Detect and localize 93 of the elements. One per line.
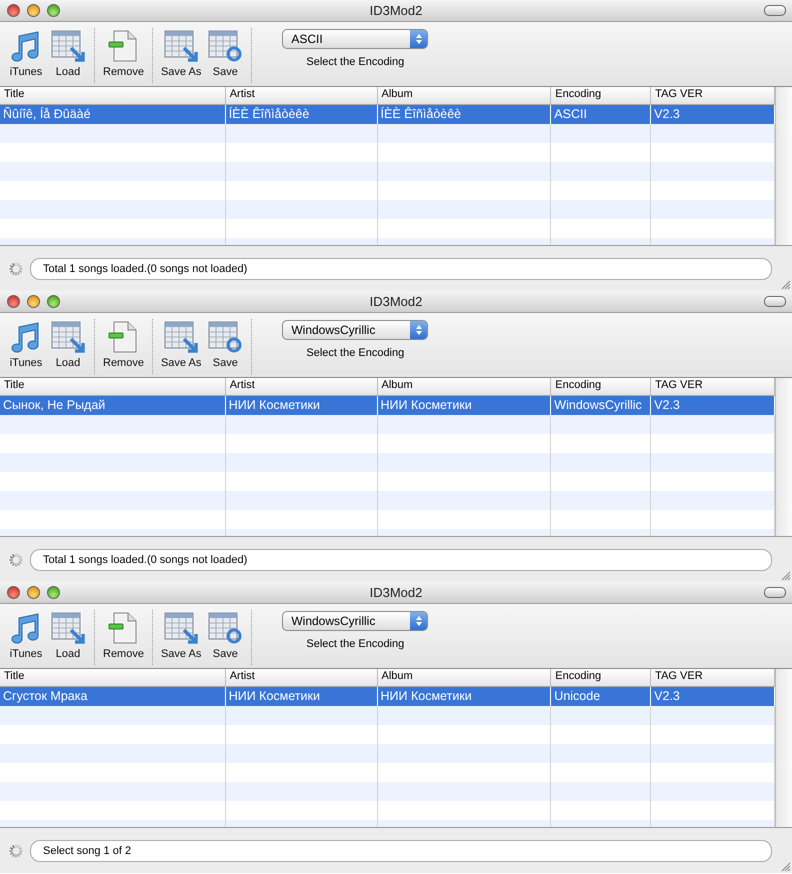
column-header[interactable]: Title bbox=[0, 87, 226, 104]
table-row[interactable]: Ñûíîê, Íå Ðûäàé ÍÈÈ Êîñìåòèêè ÍÈÈ Êîñìåòèêè ASCII V2.3 bbox=[0, 105, 776, 124]
toolbar-button[interactable]: Load bbox=[48, 321, 88, 369]
dropdown-arrows-icon bbox=[410, 612, 428, 630]
window-title: ID3Mod2 bbox=[370, 3, 422, 18]
spinner-icon bbox=[8, 260, 24, 276]
column-header[interactable]: Album bbox=[378, 669, 552, 686]
column-header[interactable]: Album bbox=[378, 87, 552, 104]
toolbar-button[interactable]: Save As bbox=[158, 30, 204, 78]
table-cell: Unicode bbox=[554, 689, 600, 703]
status-field: Total 1 songs loaded.(0 songs not loaded) bbox=[30, 548, 772, 570]
toolbar-toggle-button[interactable] bbox=[764, 587, 786, 598]
table-cell: V2.3 bbox=[654, 107, 680, 121]
table-refresh-icon bbox=[208, 321, 242, 353]
resize-grip-icon[interactable] bbox=[780, 279, 791, 290]
toolbar-button[interactable]: Save bbox=[205, 321, 246, 369]
close-button[interactable] bbox=[7, 586, 20, 599]
minimize-button[interactable] bbox=[27, 295, 40, 308]
close-button[interactable] bbox=[7, 4, 20, 17]
table-refresh-icon bbox=[208, 612, 242, 644]
toolbar-button[interactable]: Save bbox=[205, 612, 246, 660]
encoding-label: Select the Encoding bbox=[306, 347, 404, 359]
status-field: Select song 1 of 2 bbox=[30, 840, 772, 862]
dropdown-arrows-icon bbox=[410, 321, 428, 339]
toolbar-button[interactable]: iTunes bbox=[6, 30, 46, 78]
table-cell: Сгусток Мрака bbox=[3, 689, 88, 703]
column-header[interactable]: Encoding bbox=[551, 378, 652, 395]
scroll-bar[interactable] bbox=[775, 378, 792, 536]
column-header[interactable]: Artist bbox=[226, 669, 378, 686]
toolbar-button[interactable]: Save As bbox=[158, 612, 204, 660]
encoding-dropdown[interactable]: ASCII bbox=[282, 29, 428, 49]
table-cell: ASCII bbox=[554, 107, 587, 121]
status-field: Total 1 songs loaded.(0 songs not loaded) bbox=[30, 258, 772, 280]
spinner-icon bbox=[8, 552, 24, 568]
window-title: ID3Mod2 bbox=[370, 294, 422, 309]
column-header[interactable]: Album bbox=[378, 378, 552, 395]
column-header[interactable]: Title bbox=[0, 378, 226, 395]
column-header[interactable]: Artist bbox=[226, 87, 378, 104]
column-header[interactable]: Encoding bbox=[551, 669, 652, 686]
toolbar-button[interactable]: Remove bbox=[101, 321, 146, 369]
table-cell: НИИ Косметики bbox=[380, 689, 472, 703]
table-cell: WindowsCyrillic bbox=[554, 398, 642, 412]
table-cell: Ñûíîê, Íå Ðûäàé bbox=[3, 107, 91, 121]
zoom-button[interactable] bbox=[47, 586, 60, 599]
toolbar-button[interactable]: Remove bbox=[101, 612, 146, 660]
encoding-label: Select the Encoding bbox=[306, 638, 404, 650]
table-refresh-icon bbox=[208, 30, 242, 62]
table-arrow-icon bbox=[164, 30, 198, 62]
table-cell: V2.3 bbox=[654, 689, 680, 703]
scroll-bar[interactable] bbox=[775, 669, 792, 827]
table-cell: ÍÈÈ Êîñìåòèêè bbox=[380, 107, 462, 121]
table-arrow-icon bbox=[51, 30, 85, 62]
window-title: ID3Mod2 bbox=[370, 585, 422, 600]
toolbar-button[interactable]: Save As bbox=[158, 321, 204, 369]
table-arrow-icon bbox=[51, 321, 85, 353]
resize-grip-icon[interactable] bbox=[780, 861, 791, 872]
zoom-button[interactable] bbox=[47, 4, 60, 17]
minimize-button[interactable] bbox=[27, 586, 40, 599]
toolbar-button[interactable]: Load bbox=[48, 612, 88, 660]
table-row[interactable]: Сгусток Мрака НИИ Косметики НИИ Косметики Unicode V2.3 bbox=[0, 687, 776, 706]
table-arrow-icon bbox=[164, 321, 198, 353]
encoding-dropdown[interactable]: WindowsCyrillic bbox=[282, 320, 428, 340]
zoom-button[interactable] bbox=[47, 295, 60, 308]
table-row[interactable]: Сынок, Не Рыдай НИИ Косметики НИИ Косметики WindowsCyrillic V2.3 bbox=[0, 396, 776, 415]
resize-grip-icon[interactable] bbox=[780, 570, 791, 581]
encoding-label: Select the Encoding bbox=[306, 56, 404, 68]
toolbar-button[interactable]: Remove bbox=[101, 30, 146, 78]
document-minus-icon bbox=[108, 612, 138, 644]
column-header[interactable]: Title bbox=[0, 669, 226, 686]
table-cell: Сынок, Не Рыдай bbox=[3, 398, 106, 412]
toolbar-button[interactable]: iTunes bbox=[6, 321, 46, 369]
document-minus-icon bbox=[108, 30, 138, 62]
table-cell: НИИ Косметики bbox=[228, 689, 320, 703]
scroll-bar[interactable] bbox=[775, 87, 792, 245]
table-cell: НИИ Косметики bbox=[380, 398, 472, 412]
table-arrow-icon bbox=[164, 612, 198, 644]
column-header[interactable]: Artist bbox=[226, 378, 378, 395]
close-button[interactable] bbox=[7, 295, 20, 308]
table-arrow-icon bbox=[51, 612, 85, 644]
table-cell: НИИ Косметики bbox=[228, 398, 320, 412]
document-minus-icon bbox=[108, 321, 138, 353]
spinner-icon bbox=[8, 842, 24, 858]
encoding-dropdown[interactable]: WindowsCyrillic bbox=[282, 611, 428, 631]
toolbar-toggle-button[interactable] bbox=[764, 296, 786, 307]
table-cell: V2.3 bbox=[654, 398, 680, 412]
toolbar-button[interactable]: Save bbox=[205, 30, 246, 78]
minimize-button[interactable] bbox=[27, 4, 40, 17]
toolbar-button[interactable]: Load bbox=[48, 30, 88, 78]
table-cell: ÍÈÈ Êîñìåòèêè bbox=[228, 107, 310, 121]
toolbar-button[interactable]: iTunes bbox=[6, 612, 46, 660]
toolbar-toggle-button[interactable] bbox=[764, 5, 786, 16]
column-header[interactable]: Encoding bbox=[551, 87, 652, 104]
dropdown-arrows-icon bbox=[410, 30, 428, 48]
